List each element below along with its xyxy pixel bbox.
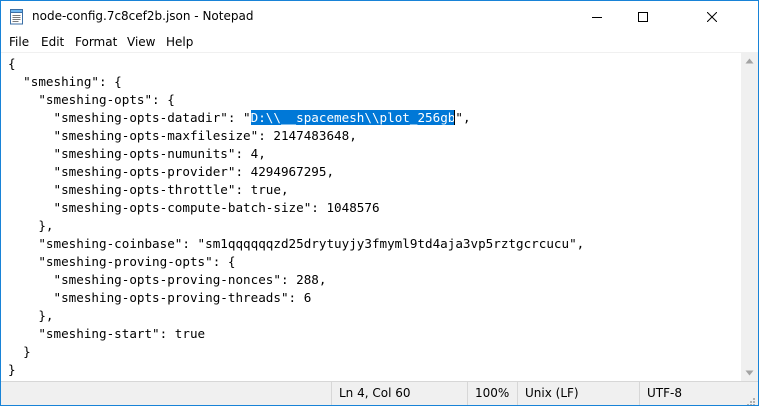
resize-grip-icon[interactable] <box>745 392 756 405</box>
editor-line: "smeshing-opts-numunits": 4, <box>8 146 266 161</box>
editor-line: "smeshing": { <box>8 74 122 89</box>
editor-line: "smeshing-proving-opts": { <box>8 254 236 269</box>
editor-line: "smeshing-opts-compute-batch-size": 1048… <box>8 200 380 215</box>
scroll-up-button[interactable] <box>741 52 758 69</box>
chevron-down-icon <box>745 370 754 375</box>
editor-line: "smeshing-start": true <box>8 326 206 341</box>
line-text-before: "smeshing-opts-datadir": " <box>8 110 251 125</box>
file-encoding: UTF-8 <box>639 382 758 405</box>
notepad-icon <box>8 8 25 25</box>
scroll-down-button[interactable] <box>741 364 758 381</box>
close-button[interactable] <box>666 1 758 32</box>
editor-line: }, <box>8 308 54 323</box>
editor-line: "smeshing-opts-provider": 4294967295, <box>8 164 335 179</box>
menu-format[interactable]: Format <box>75 34 117 50</box>
editor-line: "smeshing-opts-proving-nonces": 288, <box>8 272 327 287</box>
editor-line: { <box>8 56 16 71</box>
editor-line: } <box>8 344 31 359</box>
editor-line: "smeshing-opts-proving-threads": 6 <box>8 290 312 305</box>
status-bar: Ln 4, Col 60 100% Unix (LF) UTF-8 <box>1 381 758 405</box>
editor-line: } <box>8 362 16 377</box>
notepad-window: node-config.7c8cef2b.json - Notepad File… <box>0 0 759 406</box>
line-text-after: ", <box>455 110 471 125</box>
editor-line: "smeshing-coinbase": "sm1qqqqqqzd25drytu… <box>8 236 585 251</box>
window-title: node-config.7c8cef2b.json - Notepad <box>32 9 254 23</box>
menu-file[interactable]: File <box>9 34 29 50</box>
editor-line: "smeshing-opts": { <box>8 92 175 107</box>
minimize-button[interactable] <box>574 1 620 32</box>
vertical-scrollbar[interactable] <box>741 52 758 381</box>
editor-line: "smeshing-opts-datadir": "D:\\__spacemes… <box>8 109 584 127</box>
menu-view[interactable]: View <box>127 34 155 50</box>
zoom-level: 100% <box>467 382 517 405</box>
close-icon <box>707 11 717 22</box>
menu-bar: File Edit Format View Help <box>1 32 758 52</box>
chevron-up-icon <box>745 58 754 63</box>
minimize-icon <box>592 16 602 18</box>
editor-line: "smeshing-opts-throttle": true, <box>8 182 289 197</box>
cursor-position: Ln 4, Col 60 <box>331 382 467 405</box>
maximize-button[interactable] <box>620 1 666 32</box>
line-ending: Unix (LF) <box>517 382 639 405</box>
editor-content: { "smeshing": { "smeshing-opts": { "smes… <box>8 55 584 379</box>
menu-help[interactable]: Help <box>166 34 193 50</box>
text-editor[interactable]: { "smeshing": { "smeshing-opts": { "smes… <box>1 52 741 382</box>
title-bar[interactable]: node-config.7c8cef2b.json - Notepad <box>1 1 758 32</box>
selected-text[interactable]: D:\\__spacemesh\\plot_256gb <box>250 110 456 125</box>
editor-line: "smeshing-opts-maxfilesize": 2147483648, <box>8 128 357 143</box>
menu-edit[interactable]: Edit <box>41 34 64 50</box>
maximize-icon <box>638 11 648 22</box>
editor-line: }, <box>8 218 54 233</box>
